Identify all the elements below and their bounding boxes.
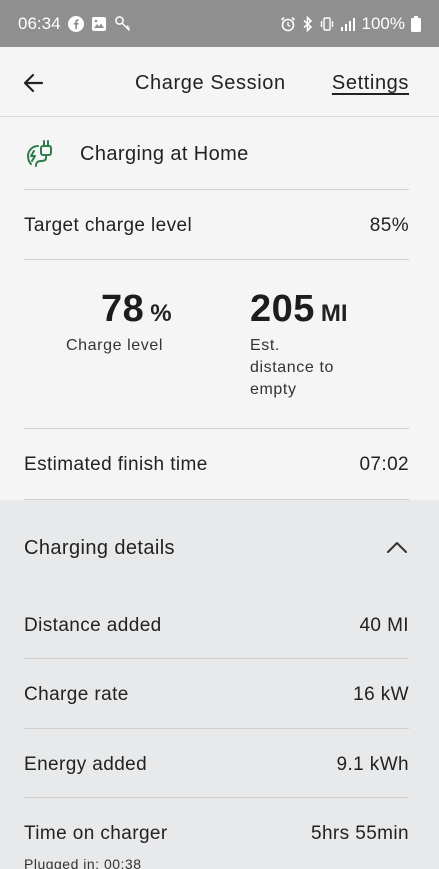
divider: [24, 797, 409, 798]
distance-unit: MI: [320, 300, 348, 327]
status-bar: 06:34 100%: [0, 0, 439, 47]
settings-link[interactable]: Settings: [332, 72, 409, 95]
plugged-in-time: Plugged in: 00:38: [24, 856, 142, 869]
app-header: Charge Session Settings: [0, 47, 439, 117]
alarm-icon: [280, 16, 296, 32]
distance-label-1: Est.: [250, 337, 280, 354]
distance-value: 205: [250, 288, 315, 330]
detail-value: 16 kW: [353, 684, 409, 705]
arrow-left-icon: [23, 73, 44, 93]
status-time: 06:34: [18, 13, 61, 33]
detail-row-distance-added: Distance added 40 MI: [24, 606, 409, 646]
detail-row-energy-added: Energy added 9.1 kWh: [24, 745, 409, 785]
detail-row-time-on-charger: Time on charger 5hrs 55min: [24, 814, 409, 854]
key-icon: [114, 15, 132, 33]
finish-time-row: Estimated finish time 07:02: [24, 445, 409, 485]
divider: [24, 658, 409, 659]
back-button[interactable]: [20, 69, 48, 97]
vibrate-icon: [320, 16, 334, 32]
distance-stat: 205 MI Est. distance to empty: [250, 288, 348, 401]
finish-time-value: 07:02: [359, 454, 409, 475]
status-right: 100%: [280, 14, 421, 34]
charge-summary-card: Charging at Home Target charge level 85%…: [0, 118, 439, 500]
image-icon: [91, 16, 107, 32]
charge-level-value: 78: [101, 288, 145, 330]
signal-icon: [340, 17, 356, 31]
detail-label: Distance added: [24, 615, 162, 636]
distance-label-3: empty: [250, 381, 297, 398]
chevron-up-icon[interactable]: [385, 536, 409, 560]
charging-location-label: Charging at Home: [80, 142, 249, 165]
battery-percent: 100%: [361, 13, 405, 33]
charge-level-label: Charge level: [66, 337, 164, 354]
divider: [24, 428, 409, 429]
charge-level-unit: %: [150, 300, 172, 327]
target-charge-value: 85%: [369, 215, 409, 236]
detail-row-charge-rate: Charge rate 16 kW: [24, 675, 409, 715]
detail-label: Energy added: [24, 754, 148, 775]
charging-details-title: Charging details: [24, 536, 175, 559]
bluetooth-icon: [302, 15, 314, 32]
plug-lightning-icon: [24, 136, 60, 172]
status-left: 06:34: [18, 14, 132, 34]
charging-details-section: Charging details Distance added 40 MI Ch…: [0, 500, 439, 869]
detail-label: Charge rate: [24, 684, 129, 705]
detail-label: Time on charger: [24, 823, 168, 844]
divider: [24, 259, 409, 260]
facebook-icon: [67, 15, 84, 32]
charging-details-header[interactable]: Charging details: [24, 528, 409, 568]
detail-value: 9.1 kWh: [336, 754, 409, 775]
battery-icon: [411, 15, 421, 32]
charging-location-row: Charging at Home: [24, 134, 409, 174]
divider: [24, 728, 409, 729]
detail-value: 5hrs 55min: [311, 823, 409, 844]
charge-level-stat: 78% Charge level: [66, 288, 172, 357]
target-charge-label: Target charge level: [24, 215, 193, 236]
page-title: Charge Session: [135, 72, 286, 94]
charge-stats: 78% Charge level 205 MI Est. distance to …: [0, 288, 439, 428]
detail-value: 40 MI: [359, 615, 409, 636]
distance-label-2: distance to: [250, 359, 334, 376]
finish-time-label: Estimated finish time: [24, 454, 208, 475]
divider: [24, 189, 409, 190]
target-charge-row[interactable]: Target charge level 85%: [24, 206, 409, 246]
